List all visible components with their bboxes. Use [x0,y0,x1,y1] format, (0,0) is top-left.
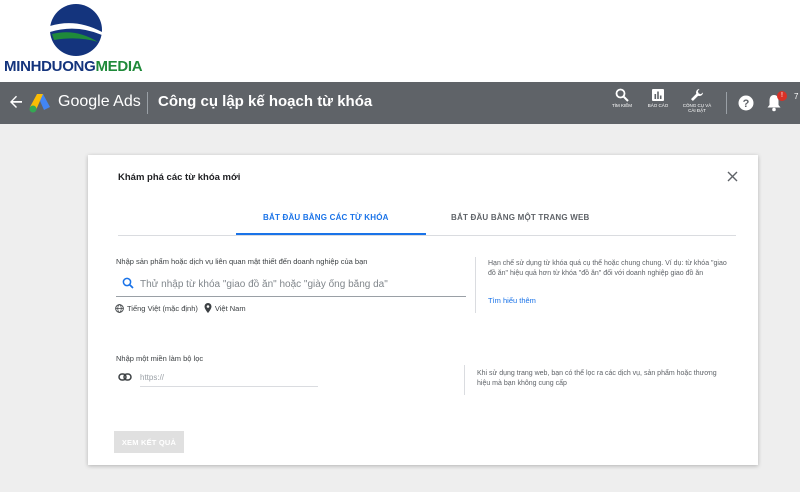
keywords-hint-text: Hạn chế sử dụng từ khóa quá cụ thể hoặc … [488,260,727,277]
back-arrow-icon[interactable] [8,94,24,110]
tab-bar-divider [118,235,736,236]
discover-keywords-dialog: Khám phá các từ khóa mới BẮT ĐẦU BẰNG CÁ… [88,155,758,465]
help-icon[interactable]: ? [738,95,754,111]
link-icon [118,373,132,381]
keywords-input-underline [116,296,466,297]
domain-filter-label: Nhập một miền làm bộ lọc [116,354,204,363]
workspace-bottom-strip [0,492,800,500]
tools-settings-label: CÔNG CỤ VÀ CÀI ĐẶT [675,103,719,113]
view-results-button[interactable]: XEM KẾT QUẢ [114,431,184,453]
tools-settings-button[interactable]: CÔNG CỤ VÀ CÀI ĐẶT [675,88,719,120]
dialog-title: Khám phá các từ khóa mới [118,172,241,183]
tab-start-with-keywords[interactable]: BẮT ĐẦU BẰNG CÁC TỪ KHÓA [263,213,389,222]
location-selector[interactable]: Việt Nam [204,303,246,313]
wrench-icon [691,89,703,101]
page-title: Công cụ lập kế hoạch từ khóa [158,93,373,110]
brand-name-part2: MEDIA [95,58,143,75]
active-tab-indicator [236,233,426,235]
google-ads-topbar: Google Ads Công cụ lập kế hoạch từ khóa … [0,82,800,124]
keywords-input[interactable] [140,274,466,294]
filter-hint-divider [464,365,465,395]
brand-wordmark: MINHDUONGMEDIA [4,58,143,75]
location-pin-icon [204,303,212,313]
topbar-overflow-text: 7 [794,92,799,101]
reports-tool-button[interactable]: BÁO CÁO [636,88,680,120]
keywords-hint-divider [475,257,476,313]
reports-icon [652,89,664,101]
app-name: Google Ads [58,93,141,110]
topbar-divider [147,92,148,114]
brand-name-part1: MINHDUONG [4,58,96,75]
filter-hint-text: Khi sử dụng trang web, bạn có thể lọc ra… [477,370,717,387]
reports-tool-label: BÁO CÁO [647,103,669,108]
search-icon [615,88,629,102]
brand-header: MINHDUONGMEDIA [0,0,800,82]
search-icon [122,277,134,289]
tab-start-with-website[interactable]: BẮT ĐẦU BẰNG MỘT TRANG WEB [451,213,590,222]
language-selector[interactable]: Tiếng Việt (mặc định) [115,304,198,313]
domain-filter-underline [140,386,318,387]
domain-filter-input[interactable] [140,369,318,385]
svg-text:?: ? [743,98,750,110]
topbar-divider-right [726,92,727,114]
learn-more-link[interactable]: Tìm hiểu thêm [488,296,536,305]
close-icon[interactable] [727,171,738,182]
notification-badge: ! [777,91,787,101]
globe-icon [115,303,124,313]
language-label: Tiếng Việt (mặc định) [127,303,198,313]
tools-settings-label-line2: CÀI ĐẶT [688,108,706,113]
google-ads-logo-icon [29,94,50,113]
brand-logo-icon [50,4,102,56]
location-label: Việt Nam [214,303,246,313]
keywords-input-label: Nhập sản phẩm hoặc dịch vụ liên quan mật… [116,257,368,266]
language-location-row: Tiếng Việt (mặc định) Việt Nam [115,302,246,314]
